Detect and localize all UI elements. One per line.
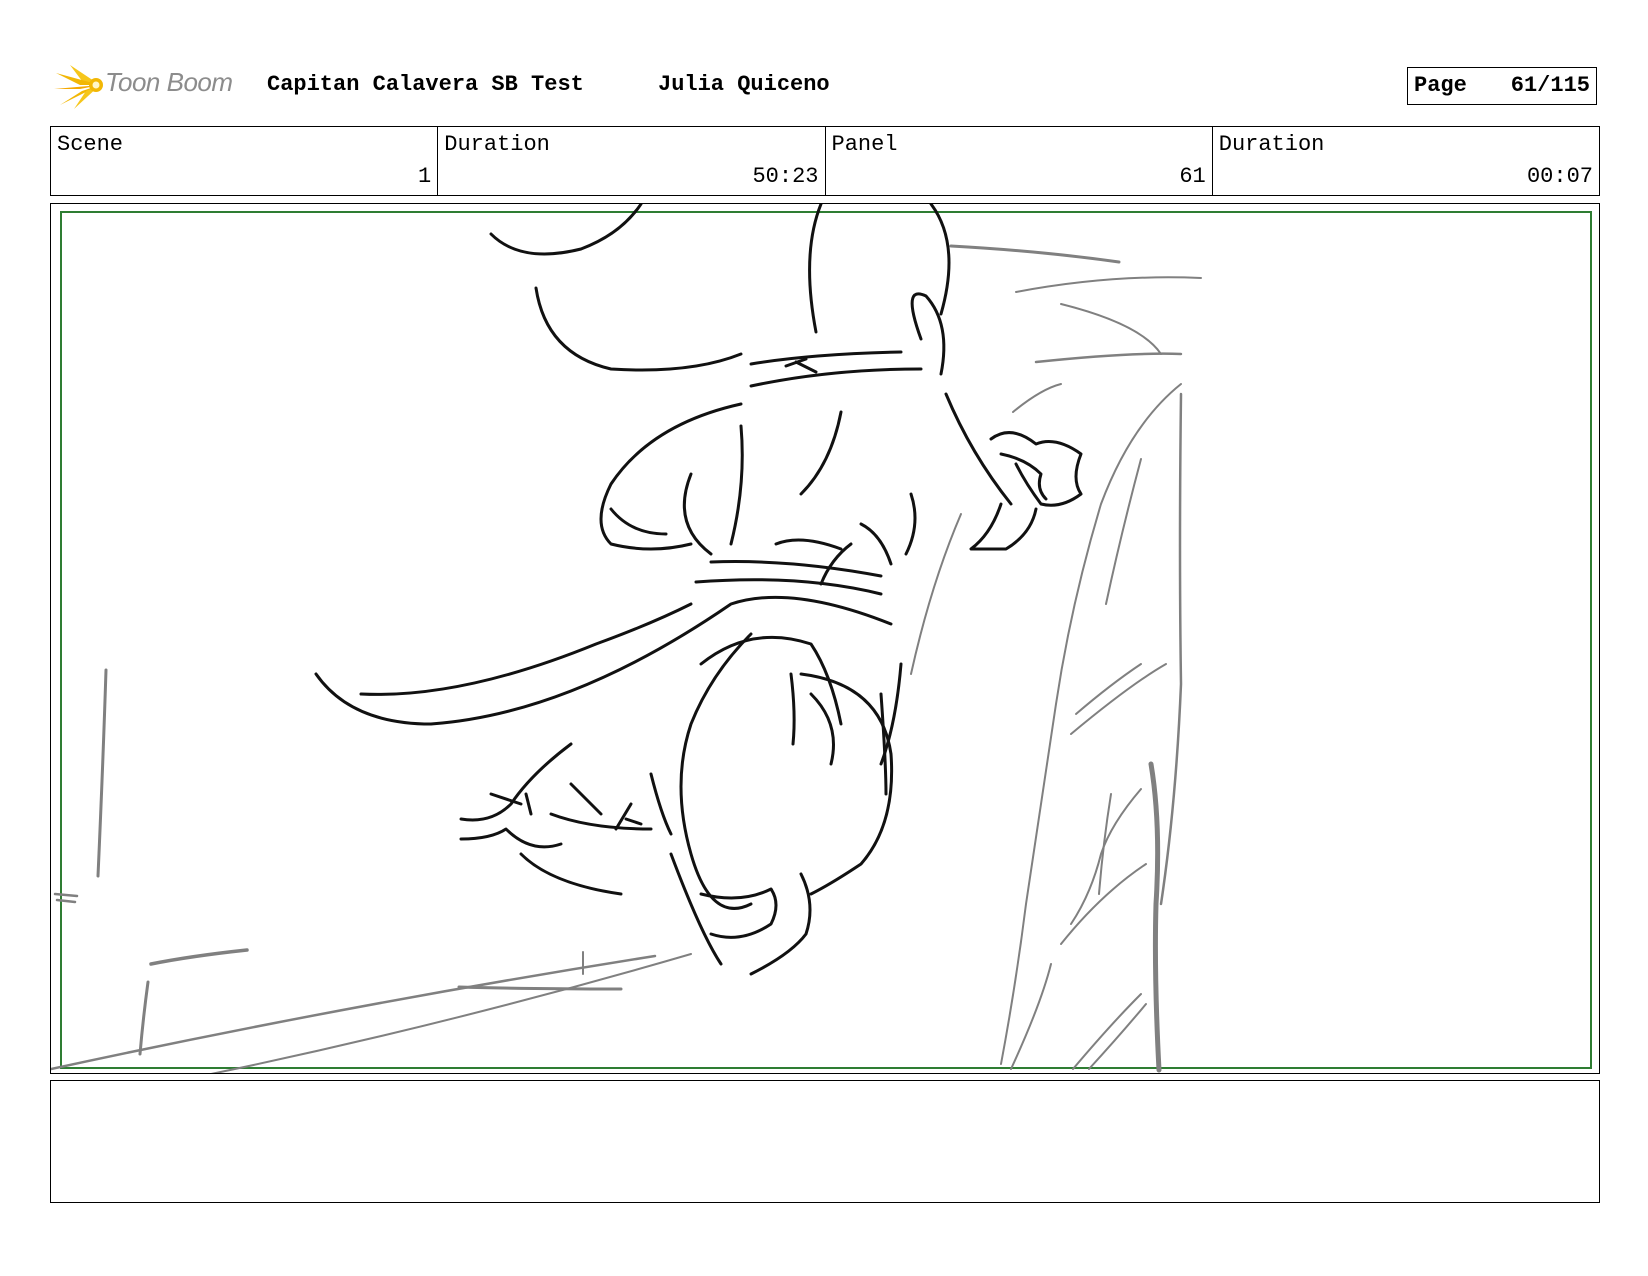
- page-number: 61/115: [1510, 73, 1590, 98]
- flare-icon: [54, 65, 103, 109]
- toon-boom-logo: Toon Boom: [50, 55, 250, 111]
- panel-duration-value: 00:07: [1526, 164, 1593, 189]
- project-title: Capitan Calavera SB Test: [267, 72, 584, 97]
- scene-label: Scene: [57, 132, 124, 157]
- panel-cell: Panel 61: [826, 127, 1213, 195]
- panel-duration-label: Duration: [1218, 132, 1325, 157]
- scene-value: 1: [418, 164, 432, 189]
- page-label: Page: [1414, 73, 1467, 98]
- panel-sketch: [51, 204, 1592, 1073]
- scene-duration-label: Duration: [444, 132, 550, 157]
- logo-text: Toon Boom: [105, 67, 233, 97]
- scene-cell: Scene 1: [51, 127, 439, 195]
- storyboard-panel: [50, 203, 1600, 1074]
- safe-frame: [60, 211, 1592, 1069]
- page-header: Toon Boom Capitan Calavera SB Test Julia…: [50, 55, 1600, 111]
- scene-duration-cell: Duration 50:23: [438, 127, 826, 195]
- author-name: Julia Quiceno: [658, 72, 830, 97]
- page-indicator: Page 61/115: [1407, 67, 1597, 105]
- panel-label: Panel: [831, 132, 898, 157]
- panel-duration-cell: Duration 00:07: [1213, 127, 1599, 195]
- notes-box: [50, 1080, 1600, 1203]
- character-sketch: [314, 204, 1083, 976]
- panel-value: 61: [1179, 164, 1206, 189]
- scene-duration-value: 50:23: [752, 164, 819, 189]
- panel-info-bar: Scene 1 Duration 50:23 Panel 61 Duration…: [50, 126, 1600, 196]
